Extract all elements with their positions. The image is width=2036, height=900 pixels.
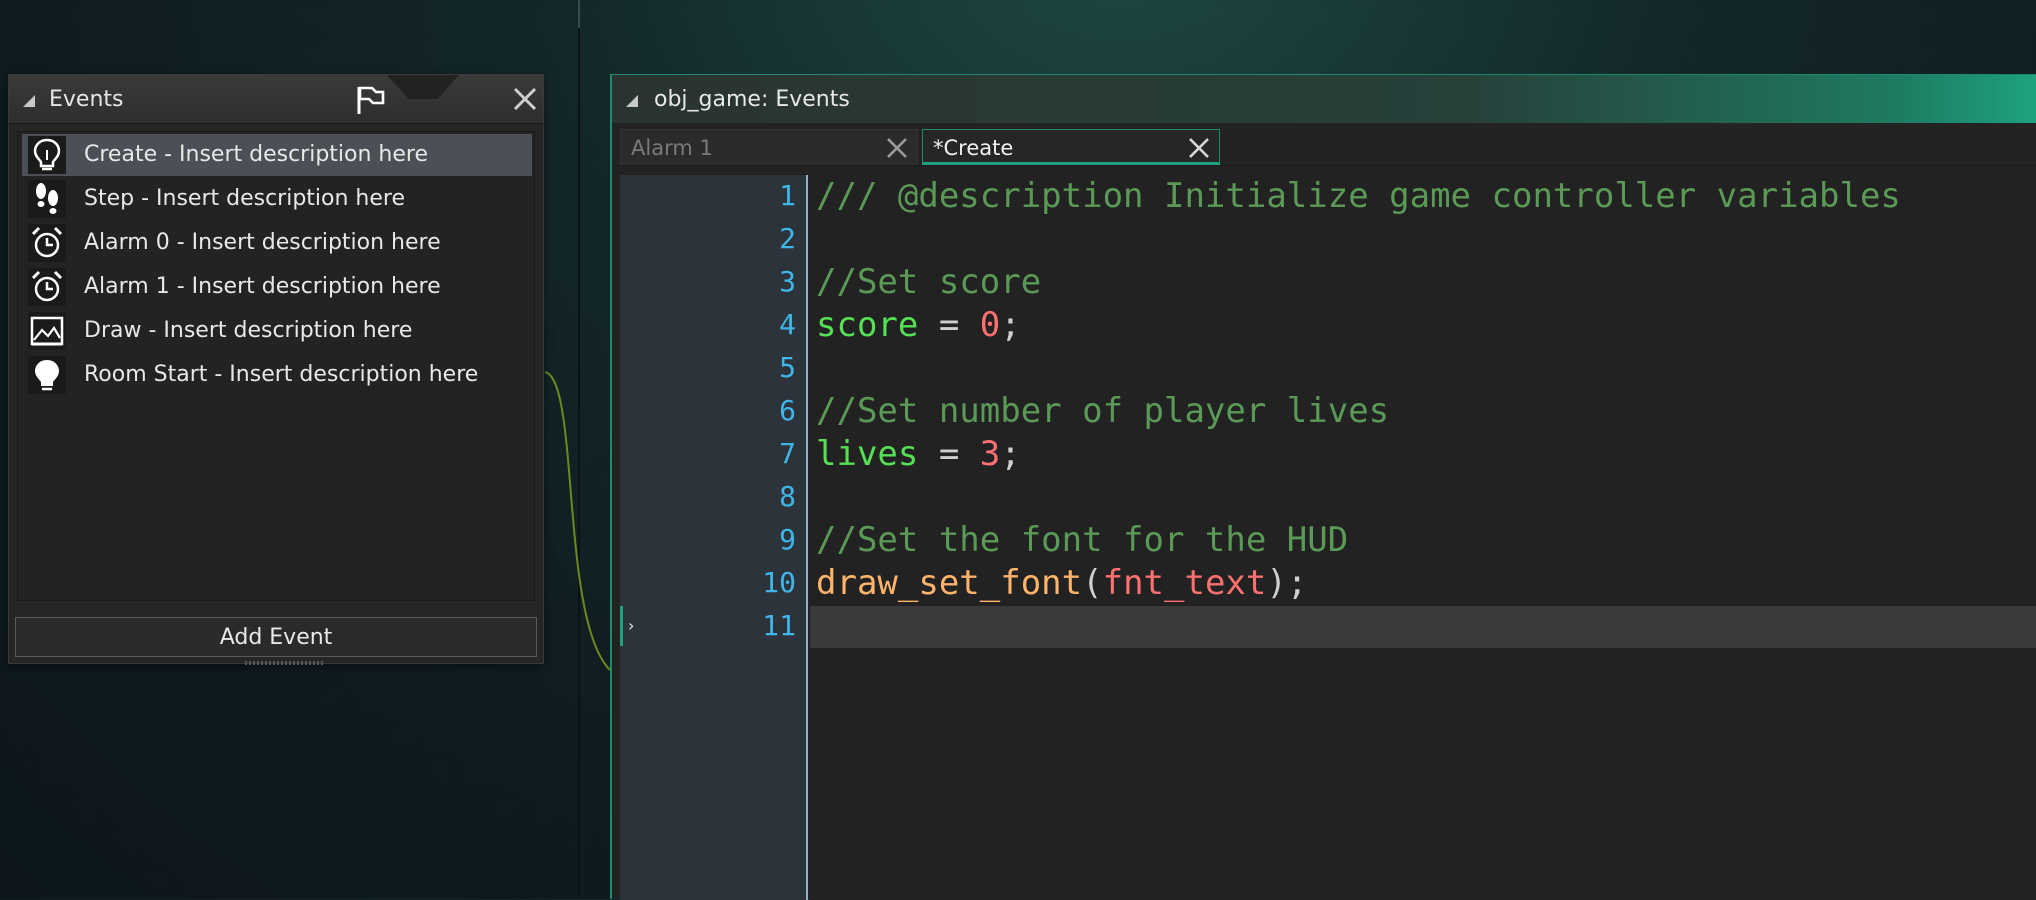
code-token-number: 3	[979, 434, 1001, 474]
events-list: Create - Insert description here Step - …	[17, 131, 535, 601]
code-line-3: //Set score	[816, 262, 1042, 302]
panel-collapse-grip-icon[interactable]	[23, 95, 35, 107]
line-number: 4	[779, 308, 796, 341]
code-window-title: obj_game: Events	[654, 87, 850, 112]
events-panel-title: Events	[49, 87, 124, 112]
current-line-highlight	[810, 606, 2036, 648]
code-token-function: draw_set_font	[816, 563, 1083, 603]
code-line-10: draw_set_font(fnt_text);	[816, 562, 1307, 605]
line-number: 8	[779, 480, 796, 513]
event-item-label: Create - Insert description here	[84, 142, 429, 167]
event-item-step[interactable]: Step - Insert description here	[22, 178, 532, 220]
line-number: 7	[779, 437, 796, 470]
panel-notch	[387, 75, 459, 99]
line-number: 2	[779, 222, 796, 255]
code-token-variable: score	[816, 305, 919, 345]
close-icon[interactable]	[885, 136, 909, 160]
line-number: 6	[779, 394, 796, 427]
gutter-separator	[806, 175, 808, 900]
panel-resize-handle[interactable]	[245, 661, 325, 665]
event-item-alarm-1[interactable]: Alarm 1 - Insert description here	[22, 266, 532, 308]
line-number: 9	[779, 523, 796, 556]
node-connector-line	[544, 371, 611, 671]
code-window-header[interactable]: obj_game: Events	[612, 75, 2036, 123]
code-line-1: /// @description Initialize game control…	[816, 176, 1901, 216]
tab-label: Alarm 1	[631, 136, 713, 160]
picture-icon	[28, 312, 66, 350]
event-item-label: Alarm 0 - Insert description here	[84, 230, 441, 255]
event-item-create[interactable]: Create - Insert description here	[22, 134, 532, 176]
code-line-6: //Set number of player lives	[816, 391, 1390, 431]
tab-label: *Create	[933, 136, 1014, 160]
event-item-label: Step - Insert description here	[84, 186, 405, 211]
panel-collapse-grip-icon[interactable]	[626, 95, 638, 107]
lightbulb-filled-icon	[28, 356, 66, 394]
code-line-4: score = 0;	[816, 304, 1021, 347]
chevron-right-icon: ›	[628, 616, 635, 635]
event-item-label: Draw - Insert description here	[84, 318, 413, 343]
tab-create[interactable]: *Create	[922, 129, 1220, 165]
events-panel: Events Create - Insert description here	[8, 74, 544, 665]
add-event-button[interactable]: Add Event	[15, 617, 537, 657]
code-token-argument: fnt_text	[1102, 563, 1267, 603]
alarm-clock-icon	[28, 224, 66, 262]
close-icon[interactable]	[511, 85, 539, 113]
line-number: 10	[762, 566, 796, 599]
tab-alarm-1[interactable]: Alarm 1	[620, 129, 918, 165]
code-line-7: lives = 3;	[816, 433, 1021, 476]
code-token-paren-close: );	[1266, 563, 1308, 603]
event-item-label: Room Start - Insert description here	[84, 362, 479, 387]
code-token-operator: =	[918, 434, 980, 474]
line-number: 11	[762, 609, 796, 642]
event-item-label: Alarm 1 - Insert description here	[84, 274, 441, 299]
flag-icon[interactable]	[353, 83, 387, 117]
event-item-room-start[interactable]: Room Start - Insert description here	[22, 354, 532, 396]
code-token-paren: (	[1082, 563, 1103, 603]
current-line-marker	[620, 606, 623, 646]
code-token-variable: lives	[816, 434, 919, 474]
line-number: 1	[779, 179, 796, 212]
code-token-semicolon: ;	[1000, 434, 1021, 474]
alarm-clock-icon	[28, 268, 66, 306]
event-item-draw[interactable]: Draw - Insert description here	[22, 310, 532, 352]
footsteps-icon	[28, 180, 66, 218]
code-token-semicolon: ;	[1000, 305, 1021, 345]
line-number: 5	[779, 351, 796, 384]
code-line-9: //Set the font for the HUD	[816, 520, 1349, 560]
workspace-divider	[578, 0, 580, 899]
event-item-alarm-0[interactable]: Alarm 0 - Insert description here	[22, 222, 532, 264]
code-token-number: 0	[979, 305, 1001, 345]
workspace-divider-top	[578, 0, 580, 28]
lightbulb-outline-icon	[28, 136, 66, 174]
events-panel-header[interactable]: Events	[9, 75, 543, 124]
close-icon[interactable]	[1187, 136, 1211, 160]
code-token-operator: =	[918, 305, 980, 345]
editor-tab-strip: Alarm 1 *Create	[612, 123, 2036, 166]
line-number: 3	[779, 265, 796, 298]
code-editor-window: obj_game: Events Alarm 1 *Create › 1 2 3…	[610, 74, 2036, 900]
